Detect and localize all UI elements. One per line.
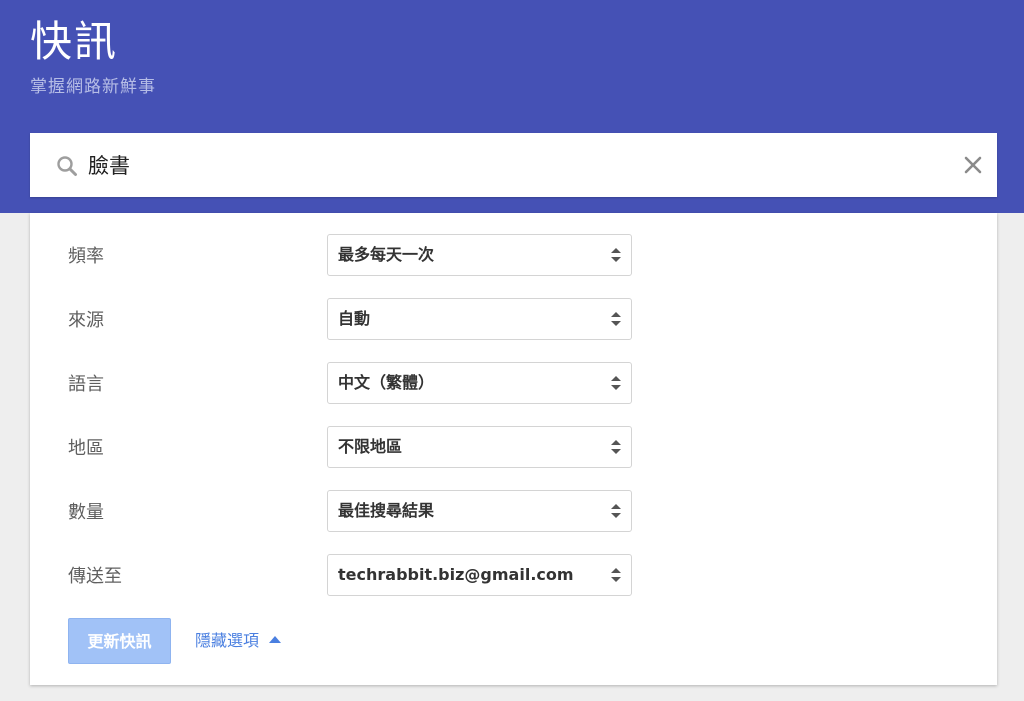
deliver-to-select[interactable]: techrabbit.biz@gmail.com — [327, 554, 632, 596]
app-subtitle: 掌握網路新鮮事 — [30, 77, 156, 97]
caret-up-icon — [269, 636, 282, 643]
search-input[interactable] — [88, 145, 948, 185]
select-arrows-icon — [610, 310, 622, 328]
option-row-quantity: 數量 最佳搜尋結果 — [30, 490, 997, 534]
select-arrows-icon — [610, 438, 622, 456]
close-icon[interactable] — [961, 153, 985, 177]
quantity-select-value: 最佳搜尋結果 — [338, 501, 435, 520]
alert-options-panel: 頻率 最多每天一次 來源 自動 語言 中文（繁體） 地區 不限地區 數量 最佳搜… — [30, 213, 997, 685]
option-row-frequency: 頻率 最多每天一次 — [30, 234, 997, 278]
option-label-frequency: 頻率 — [68, 246, 104, 267]
option-row-deliver-to: 傳送至 techrabbit.biz@gmail.com — [30, 554, 997, 598]
app-title: 快訊 — [30, 17, 119, 66]
sources-select-value: 自動 — [338, 309, 371, 328]
language-select[interactable]: 中文（繁體） — [327, 362, 632, 404]
select-arrows-icon — [610, 374, 622, 392]
select-arrows-icon — [610, 246, 622, 264]
option-row-language: 語言 中文（繁體） — [30, 362, 997, 406]
frequency-select[interactable]: 最多每天一次 — [327, 234, 632, 276]
region-select[interactable]: 不限地區 — [327, 426, 632, 468]
option-label-quantity: 數量 — [68, 502, 104, 523]
option-row-sources: 來源 自動 — [30, 298, 997, 342]
deliver-to-select-value: techrabbit.biz@gmail.com — [338, 565, 574, 584]
search-icon — [56, 155, 78, 177]
option-label-region: 地區 — [68, 438, 104, 459]
option-label-sources: 來源 — [68, 310, 104, 331]
update-alert-button[interactable]: 更新快訊 — [68, 618, 171, 664]
hide-options-label: 隱藏選項 — [195, 631, 260, 650]
language-select-value: 中文（繁體） — [338, 373, 435, 392]
option-label-deliver-to: 傳送至 — [68, 566, 122, 587]
region-select-value: 不限地區 — [338, 437, 403, 456]
frequency-select-value: 最多每天一次 — [338, 245, 435, 264]
select-arrows-icon — [610, 502, 622, 520]
option-row-region: 地區 不限地區 — [30, 426, 997, 470]
select-arrows-icon — [610, 566, 622, 584]
sources-select[interactable]: 自動 — [327, 298, 632, 340]
search-box — [30, 133, 997, 197]
option-label-language: 語言 — [68, 374, 104, 395]
quantity-select[interactable]: 最佳搜尋結果 — [327, 490, 632, 532]
hide-options-link[interactable]: 隱藏選項 — [195, 629, 282, 653]
